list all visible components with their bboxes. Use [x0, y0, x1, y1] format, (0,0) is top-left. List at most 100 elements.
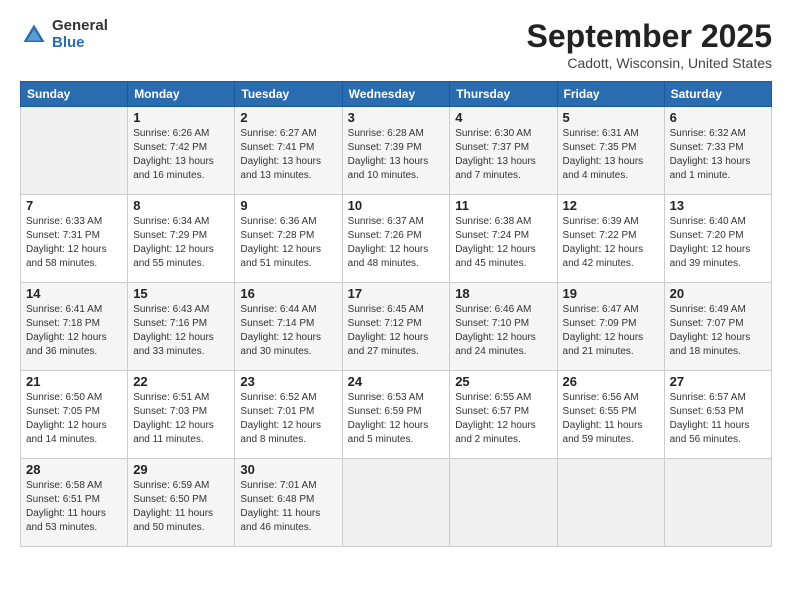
day-number: 23 — [240, 374, 336, 389]
calendar-cell: 8Sunrise: 6:34 AM Sunset: 7:29 PM Daylig… — [128, 195, 235, 283]
calendar-cell: 15 Sunrise: 6:43 AM Sunset: 7:16 PM Dayli… — [128, 283, 235, 371]
day-info: Sunrise: 6:56 AM Sunset: 6:55 PM Dayligh… — [563, 391, 659, 447]
calendar-cell: 11 Sunrise: 6:38 AM Sunset: 7:24 PM Dayli… — [450, 195, 557, 283]
day-number: 13 — [670, 198, 766, 213]
logo-blue: Blue — [52, 35, 108, 52]
day-number: 4 — [455, 110, 551, 125]
calendar-cell — [557, 459, 664, 547]
day-number: 28 — [26, 462, 122, 477]
day-number: 17 — [348, 286, 445, 301]
day-info: Sunrise: 6:31 AM Sunset: 7:35 PM Dayligh… — [563, 127, 659, 183]
calendar-cell: 4 Sunrise: 6:30 AM Sunset: 7:37 PM Daylig… — [450, 107, 557, 195]
calendar-cell: 17 Sunrise: 6:45 AM Sunset: 7:12 PM Dayli… — [342, 283, 450, 371]
calendar-cell: 12Sunrise: 6:39 AM Sunset: 7:22 PM Dayli… — [557, 195, 664, 283]
calendar-cell: 30Sunrise: 7:01 AM Sunset: 6:48 PM Dayli… — [235, 459, 342, 547]
logo: General Blue — [20, 18, 108, 51]
calendar-cell: 10Sunrise: 6:37 AM Sunset: 7:26 PM Dayli… — [342, 195, 450, 283]
day-number: 20 — [670, 286, 766, 301]
logo-icon — [20, 21, 48, 49]
header-sunday: Sunday — [21, 82, 128, 107]
day-info: Sunrise: 7:01 AM Sunset: 6:48 PM Dayligh… — [240, 479, 336, 535]
day-info: Sunrise: 6:53 AM Sunset: 6:59 PM Dayligh… — [348, 391, 445, 447]
calendar: SundayMondayTuesdayWednesdayThursdayFrid… — [20, 81, 772, 547]
calendar-cell: 1 Sunrise: 6:26 AM Sunset: 7:42 PM Daylig… — [128, 107, 235, 195]
day-info: Sunrise: 6:38 AM Sunset: 7:24 PM Dayligh… — [455, 215, 551, 271]
month-title: September 2025 — [527, 18, 772, 55]
day-info: Sunrise: 6:49 AM Sunset: 7:07 PM Dayligh… — [670, 303, 766, 359]
day-number: 11 — [455, 198, 551, 213]
page: General Blue September 2025 Cadott, Wisc… — [0, 0, 792, 612]
calendar-cell: 9 Sunrise: 6:36 AM Sunset: 7:28 PM Daylig… — [235, 195, 342, 283]
day-info: Sunrise: 6:57 AM Sunset: 6:53 PM Dayligh… — [670, 391, 766, 447]
day-number: 14 — [26, 286, 122, 301]
day-info: Sunrise: 6:58 AM Sunset: 6:51 PM Dayligh… — [26, 479, 122, 535]
logo-general: General — [52, 18, 108, 35]
header-monday: Monday — [128, 82, 235, 107]
day-number: 22 — [133, 374, 229, 389]
calendar-cell — [450, 459, 557, 547]
header-saturday: Saturday — [664, 82, 771, 107]
header: General Blue September 2025 Cadott, Wisc… — [20, 18, 772, 71]
day-info: Sunrise: 6:33 AM Sunset: 7:31 PM Dayligh… — [26, 215, 122, 271]
day-info: Sunrise: 6:47 AM Sunset: 7:09 PM Dayligh… — [563, 303, 659, 359]
calendar-cell: 19Sunrise: 6:47 AM Sunset: 7:09 PM Dayli… — [557, 283, 664, 371]
week-row-5: 28 Sunrise: 6:58 AM Sunset: 6:51 PM Dayli… — [21, 459, 772, 547]
location: Cadott, Wisconsin, United States — [527, 55, 772, 71]
day-info: Sunrise: 6:46 AM Sunset: 7:10 PM Dayligh… — [455, 303, 551, 359]
day-number: 15 — [133, 286, 229, 301]
calendar-cell: 5 Sunrise: 6:31 AM Sunset: 7:35 PM Daylig… — [557, 107, 664, 195]
day-number: 3 — [348, 110, 445, 125]
day-info: Sunrise: 6:51 AM Sunset: 7:03 PM Dayligh… — [133, 391, 229, 447]
day-info: Sunrise: 6:55 AM Sunset: 6:57 PM Dayligh… — [455, 391, 551, 447]
calendar-cell: 28 Sunrise: 6:58 AM Sunset: 6:51 PM Dayli… — [21, 459, 128, 547]
day-info: Sunrise: 6:41 AM Sunset: 7:18 PM Dayligh… — [26, 303, 122, 359]
calendar-cell: 26Sunrise: 6:56 AM Sunset: 6:55 PM Dayli… — [557, 371, 664, 459]
calendar-cell: 27Sunrise: 6:57 AM Sunset: 6:53 PM Dayli… — [664, 371, 771, 459]
day-info: Sunrise: 6:39 AM Sunset: 7:22 PM Dayligh… — [563, 215, 659, 271]
calendar-cell — [342, 459, 450, 547]
logo-text: General Blue — [52, 18, 108, 51]
calendar-cell: 13 Sunrise: 6:40 AM Sunset: 7:20 PM Dayli… — [664, 195, 771, 283]
calendar-cell — [664, 459, 771, 547]
calendar-cell: 24 Sunrise: 6:53 AM Sunset: 6:59 PM Dayli… — [342, 371, 450, 459]
day-number: 7 — [26, 198, 122, 213]
day-number: 24 — [348, 374, 445, 389]
day-number: 21 — [26, 374, 122, 389]
day-info: Sunrise: 6:28 AM Sunset: 7:39 PM Dayligh… — [348, 127, 445, 183]
week-row-3: 14 Sunrise: 6:41 AM Sunset: 7:18 PM Dayli… — [21, 283, 772, 371]
week-row-4: 21 Sunrise: 6:50 AM Sunset: 7:05 PM Dayli… — [21, 371, 772, 459]
calendar-cell: 14 Sunrise: 6:41 AM Sunset: 7:18 PM Dayli… — [21, 283, 128, 371]
header-wednesday: Wednesday — [342, 82, 450, 107]
week-row-2: 7 Sunrise: 6:33 AM Sunset: 7:31 PM Daylig… — [21, 195, 772, 283]
day-info: Sunrise: 6:43 AM Sunset: 7:16 PM Dayligh… — [133, 303, 229, 359]
title-area: September 2025 Cadott, Wisconsin, United… — [527, 18, 772, 71]
day-number: 9 — [240, 198, 336, 213]
day-number: 2 — [240, 110, 336, 125]
calendar-header-row: SundayMondayTuesdayWednesdayThursdayFrid… — [21, 82, 772, 107]
header-thursday: Thursday — [450, 82, 557, 107]
day-info: Sunrise: 6:44 AM Sunset: 7:14 PM Dayligh… — [240, 303, 336, 359]
calendar-cell: 25Sunrise: 6:55 AM Sunset: 6:57 PM Dayli… — [450, 371, 557, 459]
day-number: 5 — [563, 110, 659, 125]
calendar-cell — [21, 107, 128, 195]
day-number: 16 — [240, 286, 336, 301]
day-info: Sunrise: 6:30 AM Sunset: 7:37 PM Dayligh… — [455, 127, 551, 183]
day-info: Sunrise: 6:45 AM Sunset: 7:12 PM Dayligh… — [348, 303, 445, 359]
calendar-cell: 7 Sunrise: 6:33 AM Sunset: 7:31 PM Daylig… — [21, 195, 128, 283]
day-info: Sunrise: 6:32 AM Sunset: 7:33 PM Dayligh… — [670, 127, 766, 183]
day-number: 29 — [133, 462, 229, 477]
header-friday: Friday — [557, 82, 664, 107]
calendar-cell: 21 Sunrise: 6:50 AM Sunset: 7:05 PM Dayli… — [21, 371, 128, 459]
day-info: Sunrise: 6:59 AM Sunset: 6:50 PM Dayligh… — [133, 479, 229, 535]
day-info: Sunrise: 6:36 AM Sunset: 7:28 PM Dayligh… — [240, 215, 336, 271]
day-info: Sunrise: 6:37 AM Sunset: 7:26 PM Dayligh… — [348, 215, 445, 271]
header-tuesday: Tuesday — [235, 82, 342, 107]
calendar-cell: 2Sunrise: 6:27 AM Sunset: 7:41 PM Daylig… — [235, 107, 342, 195]
day-info: Sunrise: 6:26 AM Sunset: 7:42 PM Dayligh… — [133, 127, 229, 183]
day-info: Sunrise: 6:50 AM Sunset: 7:05 PM Dayligh… — [26, 391, 122, 447]
day-info: Sunrise: 6:34 AM Sunset: 7:29 PM Dayligh… — [133, 215, 229, 271]
day-number: 1 — [133, 110, 229, 125]
day-info: Sunrise: 6:40 AM Sunset: 7:20 PM Dayligh… — [670, 215, 766, 271]
day-number: 6 — [670, 110, 766, 125]
calendar-cell: 18Sunrise: 6:46 AM Sunset: 7:10 PM Dayli… — [450, 283, 557, 371]
